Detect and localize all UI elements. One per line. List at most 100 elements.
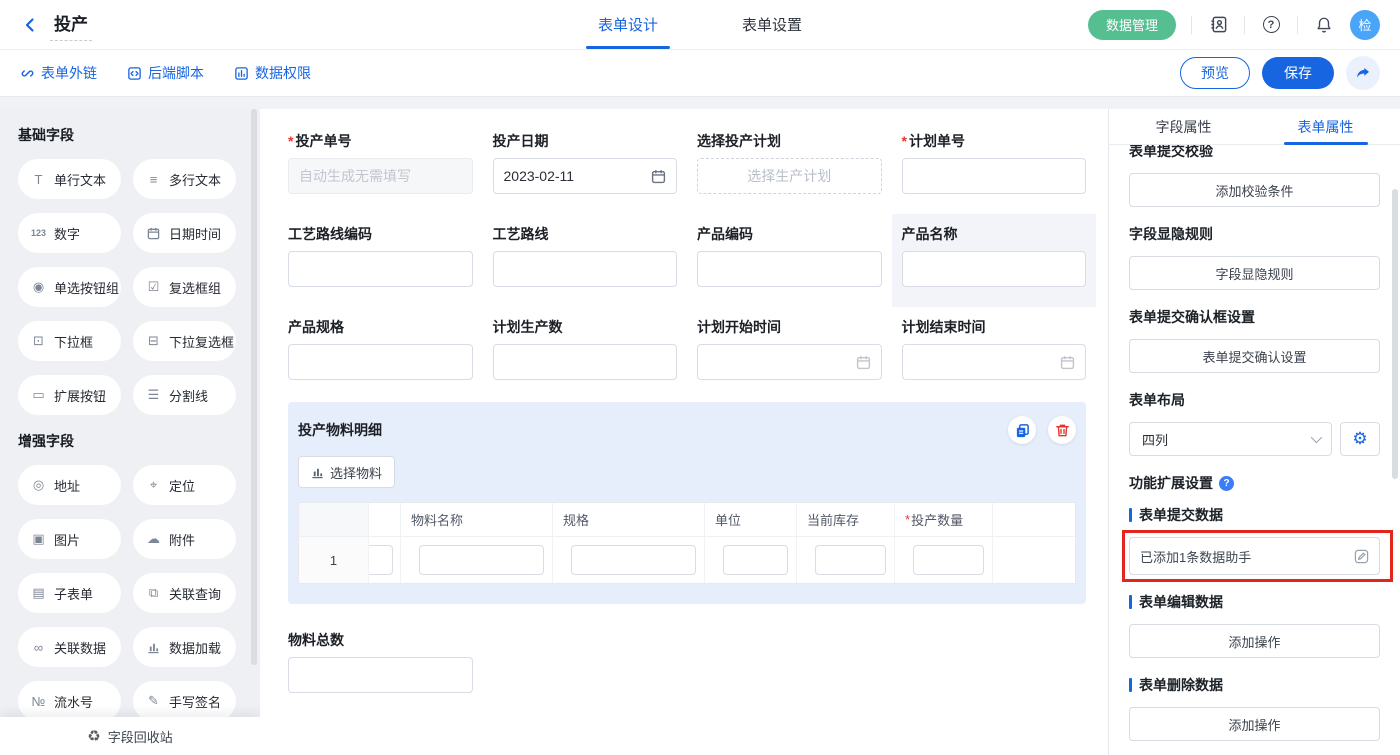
form-field-material-total[interactable]: 物料总数 — [278, 620, 483, 713]
subform-material-detail[interactable]: 投产物料明细 选择物料 — [288, 402, 1086, 604]
multiselect-icon: ⊟ — [145, 333, 162, 349]
field-input[interactable] — [288, 344, 473, 380]
sidebar-field-item[interactable]: ▣ 图片 — [18, 519, 121, 559]
copy-button[interactable] — [1008, 416, 1036, 444]
form-field-plan-no[interactable]: 计划单号 — [892, 121, 1097, 214]
form-field-date[interactable]: 投产日期 2023-02-11 — [483, 121, 688, 214]
tab-form-design[interactable]: 表单设计 — [586, 0, 670, 49]
sidebar-field-item[interactable]: ⊡ 下拉框 — [18, 321, 121, 361]
row-index: 1 — [299, 537, 369, 583]
sidebar-field-item[interactable]: 日期时间 — [133, 213, 236, 253]
tab-form-properties[interactable]: 表单属性 — [1284, 109, 1368, 144]
page-title[interactable]: 投产 — [50, 8, 92, 41]
select-icon: ⊡ — [30, 333, 47, 349]
tab-form-settings[interactable]: 表单设置 — [730, 0, 814, 49]
cell-input-material-name[interactable] — [419, 545, 544, 575]
sidebar-field-item[interactable]: ☑ 复选框组 — [133, 267, 236, 307]
sidebar-field-item[interactable]: ✎ 手写签名 — [133, 681, 236, 721]
backend-script-button[interactable]: 后端脚本 — [127, 63, 204, 83]
date-input[interactable] — [902, 344, 1087, 380]
sidebar-field-item[interactable]: ◎ 地址 — [18, 465, 121, 505]
sidebar-field-item[interactable]: 123 数字 — [18, 213, 121, 253]
section-submit-validation: 表单提交校验 添加校验条件 — [1129, 145, 1380, 207]
share-button[interactable] — [1346, 56, 1380, 90]
field-input[interactable] — [902, 251, 1087, 287]
properties-panel: 字段属性 表单属性 表单提交校验 添加校验条件 字段显隐规则 字段显隐规则 表单… — [1108, 109, 1400, 755]
delete-button[interactable] — [1048, 416, 1076, 444]
preview-button[interactable]: 预览 — [1180, 57, 1250, 89]
form-field-product-spec[interactable]: 产品规格 — [278, 307, 483, 400]
date-input[interactable]: 2023-02-11 — [493, 158, 678, 194]
contact-book-icon[interactable] — [1207, 14, 1229, 36]
field-input[interactable] — [493, 251, 678, 287]
avatar[interactable]: 检 — [1350, 10, 1380, 40]
calendar-icon — [856, 355, 871, 370]
layout-select[interactable]: 四列 — [1129, 422, 1332, 456]
add-validation-button[interactable]: 添加校验条件 — [1129, 173, 1380, 207]
tab-field-properties[interactable]: 字段属性 — [1142, 109, 1226, 144]
form-canvas[interactable]: 投产单号 自动生成无需填写 投产日期 2023-02-11 选择投产计划 选择生… — [260, 109, 1108, 755]
sidebar-field-item[interactable]: ☁ 附件 — [133, 519, 236, 559]
field-input[interactable]: 自动生成无需填写 — [288, 158, 473, 194]
sidebar-field-item[interactable]: 数据加载 — [133, 627, 236, 667]
form-field-product-name[interactable]: 产品名称 — [892, 214, 1097, 307]
help-icon[interactable]: ? — [1219, 476, 1234, 491]
data-permission-icon — [234, 66, 249, 81]
form-field-plan-qty[interactable]: 计划生产数 — [483, 307, 688, 400]
sidebar-field-item[interactable]: ☰ 分割线 — [133, 375, 236, 415]
image-icon: ▣ — [30, 531, 47, 547]
form-field-product-code[interactable]: 产品编码 — [687, 214, 892, 307]
cell-input-spec[interactable] — [571, 545, 696, 575]
table-header-row: 物料名称 规格 单位 当前库存 投产数量 — [299, 503, 1075, 537]
subform-table: 物料名称 规格 单位 当前库存 投产数量 1 — [298, 502, 1076, 584]
sidebar-field-item[interactable]: ⧉ 关联查询 — [133, 573, 236, 613]
cell-input-clipped[interactable] — [369, 545, 393, 575]
calendar-icon — [651, 169, 666, 184]
field-input[interactable] — [493, 344, 678, 380]
sidebar-field-item[interactable]: ≡ 多行文本 — [133, 159, 236, 199]
data-assistant-entry[interactable]: 已添加1条数据助手 — [1129, 537, 1380, 575]
form-field-route-code[interactable]: 工艺路线编码 — [278, 214, 483, 307]
cell-input-unit[interactable] — [723, 545, 788, 575]
field-recycle-bin[interactable]: ♻ 字段回收站 — [0, 717, 260, 755]
edit-icon[interactable] — [1354, 549, 1369, 564]
form-field-plan-start[interactable]: 计划开始时间 — [687, 307, 892, 400]
cell-input-qty[interactable] — [913, 545, 984, 575]
field-input[interactable] — [288, 251, 473, 287]
trash-icon — [1055, 423, 1070, 438]
save-button[interactable]: 保存 — [1262, 57, 1334, 89]
add-edit-action-button[interactable]: 添加操作 — [1129, 624, 1380, 658]
submit-confirm-button[interactable]: 表单提交确认设置 — [1129, 339, 1380, 373]
external-link-button[interactable]: 表单外链 — [20, 63, 97, 83]
sidebar-field-item[interactable]: ▭ 扩展按钮 — [18, 375, 121, 415]
sidebar-field-item[interactable]: ∞ 关联数据 — [18, 627, 121, 667]
properties-scrollbar[interactable] — [1392, 189, 1398, 479]
add-delete-action-button[interactable]: 添加操作 — [1129, 707, 1380, 741]
form-field-route[interactable]: 工艺路线 — [483, 214, 688, 307]
select-material-button[interactable]: 选择物料 — [298, 456, 395, 488]
sidebar-field-item[interactable]: T 单行文本 — [18, 159, 121, 199]
data-permission-button[interactable]: 数据权限 — [234, 63, 311, 83]
cell-input-stock[interactable] — [815, 545, 886, 575]
sidebar-scrollbar[interactable] — [251, 109, 257, 665]
bell-icon[interactable] — [1313, 14, 1335, 36]
sidebar-field-item[interactable]: ⌖ 定位 — [133, 465, 236, 505]
date-input[interactable] — [697, 344, 882, 380]
form-field-select-plan[interactable]: 选择投产计划 选择生产计划 — [687, 121, 892, 214]
field-input[interactable] — [902, 158, 1087, 194]
sidebar-field-item[interactable]: № 流水号 — [18, 681, 121, 721]
help-icon[interactable]: ? — [1260, 14, 1282, 36]
sidebar-field-item[interactable]: ◉ 单选按钮组 — [18, 267, 121, 307]
chevron-down-icon — [1311, 432, 1322, 443]
back-icon[interactable] — [20, 15, 40, 35]
sidebar-field-item[interactable]: ⊟ 下拉复选框 — [133, 321, 236, 361]
form-field-order-no[interactable]: 投产单号 自动生成无需填写 — [278, 121, 483, 214]
sidebar-field-item[interactable]: ▤ 子表单 — [18, 573, 121, 613]
form-field-plan-end[interactable]: 计划结束时间 — [892, 307, 1097, 400]
visibility-rules-button[interactable]: 字段显隐规则 — [1129, 256, 1380, 290]
select-plan-button[interactable]: 选择生产计划 — [697, 158, 882, 194]
field-input[interactable] — [288, 657, 473, 693]
layout-settings-button[interactable]: ⚙ — [1340, 422, 1380, 456]
field-input[interactable] — [697, 251, 882, 287]
data-manage-button[interactable]: 数据管理 — [1088, 10, 1176, 40]
